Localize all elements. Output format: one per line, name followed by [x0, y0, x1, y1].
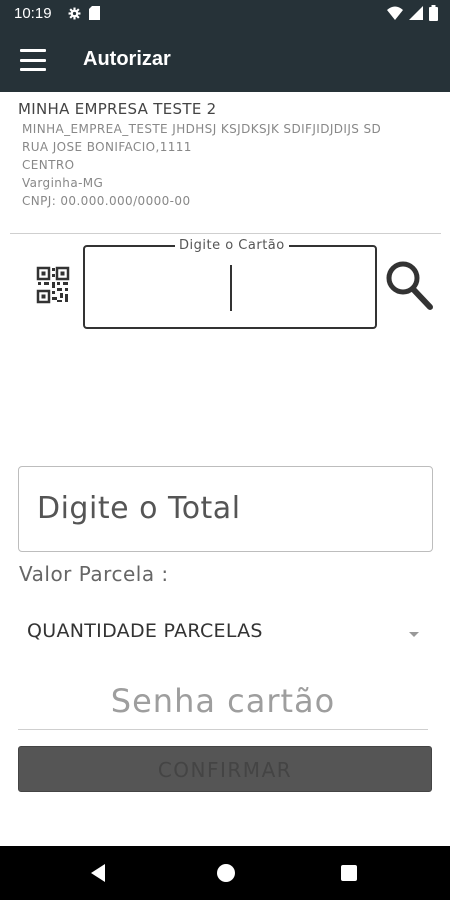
total-input[interactable]: Digite o Total — [18, 466, 433, 552]
signal-icon — [409, 6, 423, 20]
company-address-line: Varginha-MG — [22, 176, 104, 190]
divider — [10, 233, 441, 234]
company-info: MINHA EMPRESA TESTE 2 MINHA_EMPREA_TESTE… — [18, 100, 438, 208]
status-bar: 10:19 — [0, 0, 450, 28]
status-time: 10:19 — [14, 5, 52, 22]
battery-icon — [429, 5, 438, 21]
search-icon[interactable] — [384, 258, 434, 312]
company-cnpj: CNPJ: 00.000.000/0000-00 — [22, 194, 191, 208]
wifi-icon — [387, 6, 403, 20]
navigation-bar — [0, 846, 450, 900]
gear-icon — [68, 7, 81, 19]
company-address-line: CENTRO — [22, 158, 75, 172]
company-address-line: MINHA_EMPREA_TESTE JHDHSJ KSJDKSJK SDIFJ… — [22, 122, 382, 136]
password-input[interactable]: Senha cartão — [18, 678, 428, 730]
dropdown-arrow-icon — [409, 632, 419, 637]
password-placeholder: Senha cartão — [110, 682, 336, 720]
confirm-button[interactable]: CONFIRMAR — [18, 746, 432, 792]
home-icon[interactable] — [217, 864, 235, 882]
hamburger-menu-icon[interactable] — [18, 46, 48, 74]
qr-code-icon[interactable] — [36, 266, 70, 304]
parcelas-dropdown[interactable]: QUANTIDADE PARCELAS — [18, 608, 433, 654]
total-placeholder: Digite o Total — [37, 491, 241, 526]
company-address-line: RUA JOSE BONIFACIO,1111 — [22, 140, 192, 154]
parcelas-selected: QUANTIDADE PARCELAS — [27, 620, 263, 642]
sd-card-icon — [89, 6, 100, 20]
valor-parcela-label: Valor Parcela : — [19, 562, 169, 586]
card-number-input[interactable]: Digite o Cartão — [83, 238, 377, 329]
recents-icon[interactable] — [341, 865, 357, 881]
company-name: MINHA EMPRESA TESTE 2 — [18, 100, 217, 118]
back-icon[interactable] — [91, 864, 105, 882]
app-bar: Autorizar — [0, 28, 450, 92]
confirm-button-label: CONFIRMAR — [157, 758, 293, 782]
text-cursor — [230, 265, 232, 311]
app-title: Autorizar — [83, 48, 171, 70]
card-input-label: Digite o Cartão — [175, 238, 289, 253]
